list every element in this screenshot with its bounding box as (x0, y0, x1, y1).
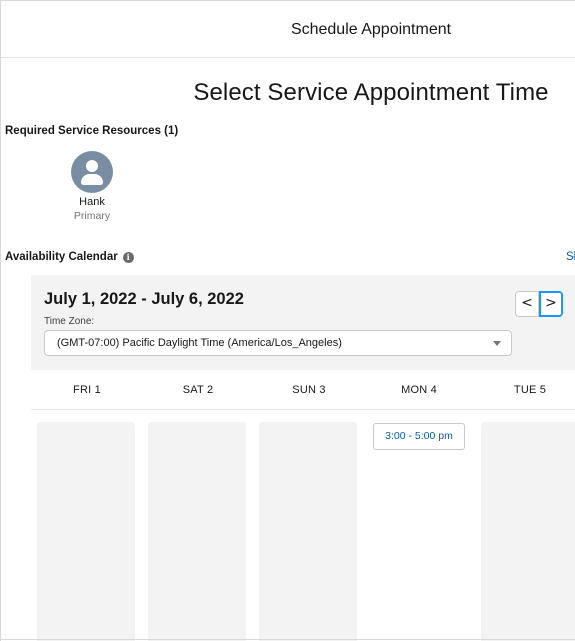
day-header-fri-1: FRI 1 (73, 384, 101, 396)
modal-title: Schedule Appointment (290, 21, 452, 38)
day-header-tue-5: TUE 5 (513, 384, 547, 396)
day-header-mon-4: MON 4 (401, 384, 437, 396)
day-column-sun-3 (259, 422, 357, 641)
modal-header: Schedule Appointment (1, 1, 575, 58)
timezone-select[interactable]: (GMT-07:00) Pacific Daylight Time (Ameri… (44, 330, 512, 356)
date-range: July 1, 2022 - July 6, 2022 (44, 290, 244, 308)
show-link[interactable]: Sł (566, 251, 575, 263)
day-column-sat-2 (148, 422, 246, 641)
divider (1, 639, 575, 640)
calendar-header-panel: July 1, 2022 - July 6, 2022 Time Zone: (… (31, 275, 575, 370)
user-avatar-icon (71, 151, 113, 193)
day-headers-row: FRI 1 SAT 2 SUN 3 MON 4 TUE 5 (31, 371, 575, 410)
timezone-select-value: (GMT-07:00) Pacific Daylight Time (Ameri… (57, 337, 342, 349)
chevron-down-icon (493, 341, 501, 346)
day-column-fri-1 (37, 422, 135, 641)
day-column-tue-5 (481, 422, 575, 641)
schedule-appointment-modal: Schedule Appointment Select Service Appo… (0, 0, 575, 641)
required-resources-label: Required Service Resources (1) (5, 125, 179, 137)
timezone-label: Time Zone: (44, 316, 95, 327)
page-title: Select Service Appointment Time (193, 79, 549, 106)
availability-calendar-label: Availability Calendar i (5, 251, 134, 263)
time-slot-button[interactable]: 3:00 - 5:00 pm (373, 423, 465, 450)
day-header-sat-2: SAT 2 (182, 384, 214, 396)
chevron-right-icon[interactable]: > (539, 291, 563, 317)
availability-calendar-text: Availability Calendar (5, 251, 118, 263)
day-header-sun-3: SUN 3 (292, 384, 326, 396)
chevron-left-icon[interactable]: < (515, 291, 539, 317)
info-icon[interactable]: i (122, 252, 134, 263)
resource-card-hank[interactable]: Hank Primary (59, 151, 125, 222)
resource-role: Primary (73, 210, 111, 222)
resource-name: Hank (79, 196, 105, 208)
